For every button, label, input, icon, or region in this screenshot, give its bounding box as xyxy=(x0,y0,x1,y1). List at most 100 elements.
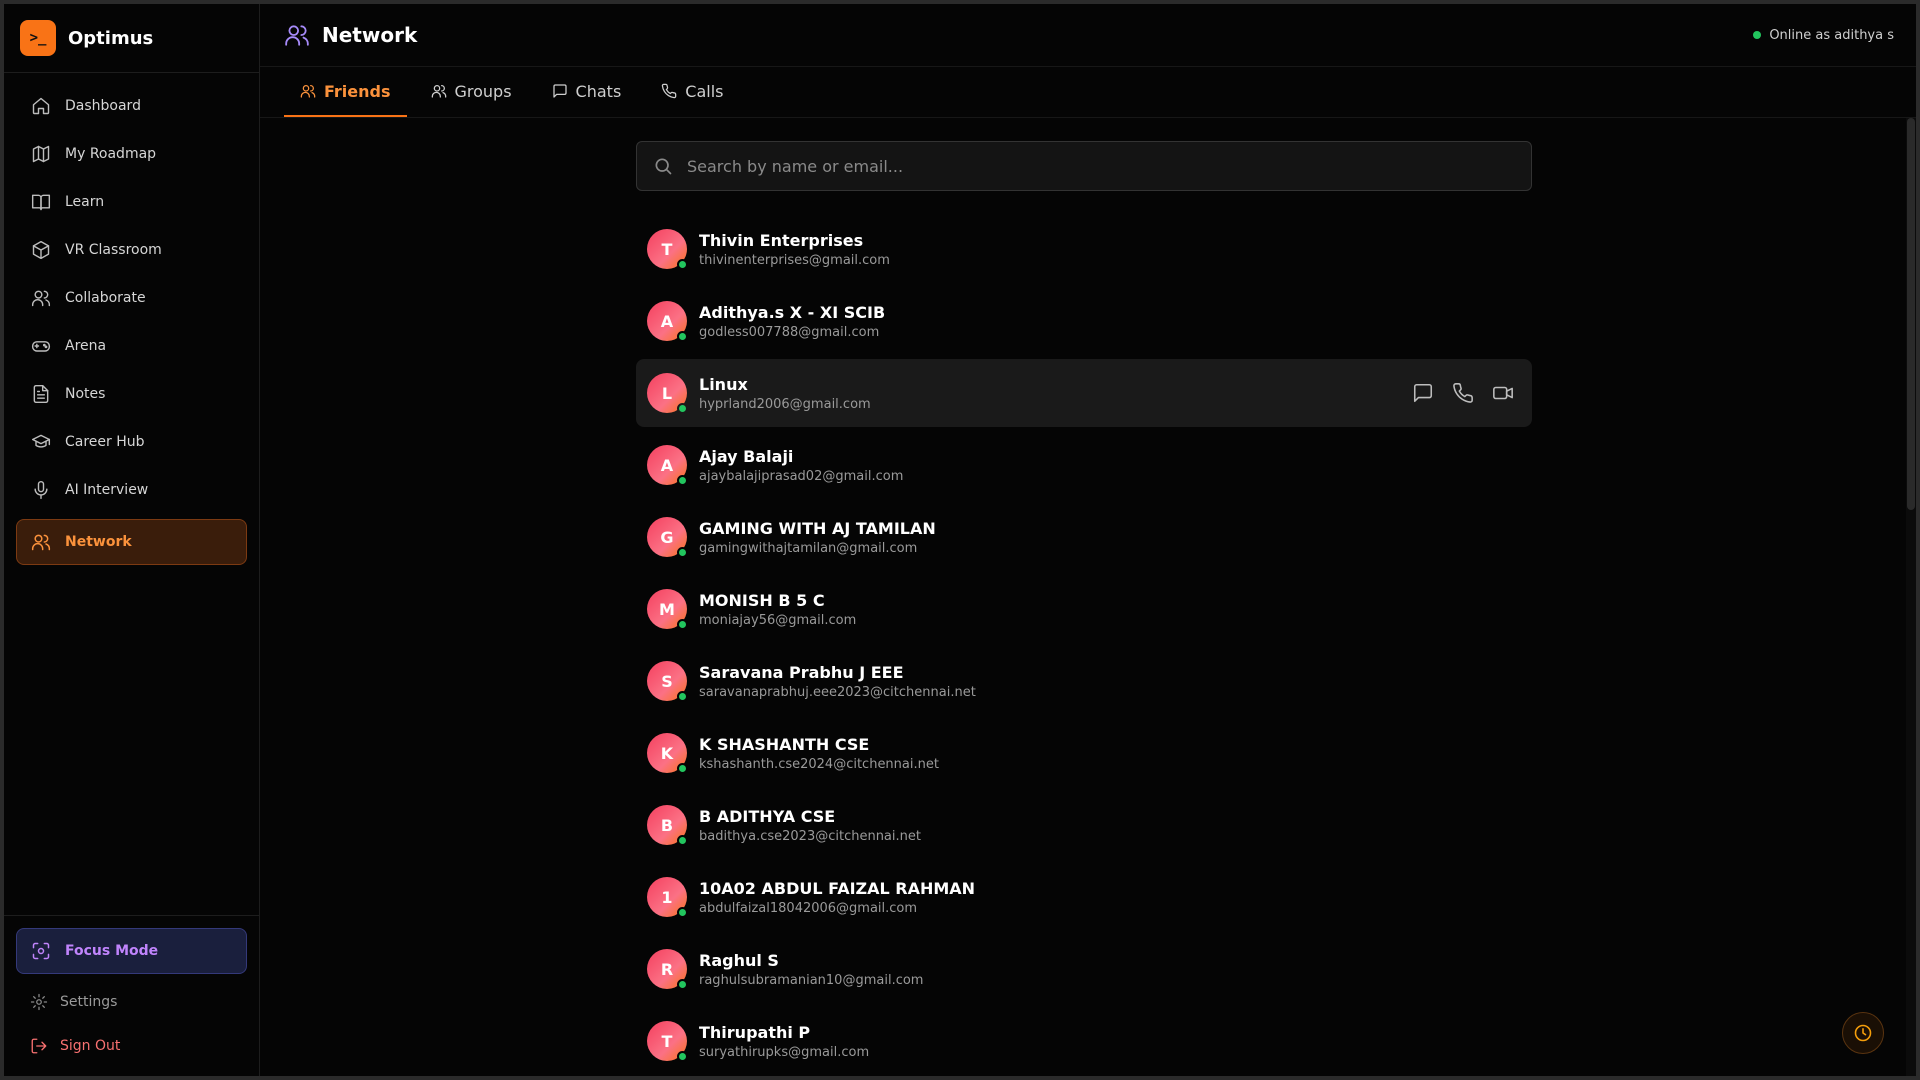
page-title: Network xyxy=(284,22,417,48)
search-box[interactable] xyxy=(636,141,1532,191)
phone-icon[interactable] xyxy=(1452,382,1474,404)
avatar-initial: T xyxy=(661,1031,673,1051)
friend-item-hovered[interactable]: L Linux hyprland2006@gmail.com xyxy=(636,359,1532,427)
online-indicator-icon xyxy=(677,619,688,630)
friend-item[interactable]: K K SHASHANTH CSE kshashanth.cse2024@cit… xyxy=(636,719,1532,787)
tab-label: Chats xyxy=(575,81,622,101)
friend-info: GAMING WITH AJ TAMILAN gamingwithajtamil… xyxy=(699,519,936,556)
sidebar-item-arena[interactable]: Arena xyxy=(16,323,247,369)
tab-chats[interactable]: Chats xyxy=(536,67,638,117)
friend-name: Thivin Enterprises xyxy=(699,230,864,250)
main-panel: Network Online as adithya s Friends Grou… xyxy=(260,4,1916,1076)
avatar: G xyxy=(647,517,688,558)
terminal-logo-icon: >_ xyxy=(20,20,56,56)
video-icon[interactable] xyxy=(1492,382,1514,404)
search-input[interactable] xyxy=(687,156,1531,176)
friend-item[interactable]: 1 10A02 ABDUL FAIZAL RAHMAN abdulfaizal1… xyxy=(636,863,1532,931)
friend-name: MONISH B 5 C xyxy=(699,590,825,610)
home-icon xyxy=(32,97,50,115)
friend-email: ajaybalajiprasad02@gmail.com xyxy=(699,468,904,484)
sidebar-item-label: Collaborate xyxy=(65,290,146,306)
online-indicator-icon xyxy=(677,331,688,342)
friend-item[interactable]: R Raghul S raghulsubramanian10@gmail.com xyxy=(636,935,1532,1003)
sidebar-item-vr-classroom[interactable]: VR Classroom xyxy=(16,227,247,273)
sidebar-item-dashboard[interactable]: Dashboard xyxy=(16,83,247,129)
avatar: T xyxy=(647,229,688,270)
friend-name: K SHASHANTH CSE xyxy=(699,734,870,754)
friend-item[interactable]: T Thivin Enterprises thivinenterprises@g… xyxy=(636,215,1532,283)
friend-item[interactable]: B B ADITHYA CSE badithya.cse2023@citchen… xyxy=(636,791,1532,859)
online-indicator-icon xyxy=(677,475,688,486)
avatar-initial: L xyxy=(661,383,673,403)
sidebar-item-network[interactable]: Network xyxy=(16,519,247,565)
book-icon xyxy=(31,194,51,211)
tab-friends[interactable]: Friends xyxy=(284,67,407,117)
friend-item[interactable]: M MONISH B 5 C moniajay56@gmail.com xyxy=(636,575,1532,643)
phone-icon xyxy=(662,83,677,99)
friend-info: Thivin Enterprises thivinenterprises@gma… xyxy=(699,231,890,268)
sidebar: >_ Optimus Dashboard My Roadmap Learn VR… xyxy=(4,4,260,1076)
scrollbar-thumb[interactable] xyxy=(1907,118,1915,510)
sidebar-item-my-roadmap[interactable]: My Roadmap xyxy=(16,131,247,177)
mic-icon xyxy=(34,480,48,500)
focus-mode-button[interactable]: Focus Mode xyxy=(16,928,247,974)
users-icon xyxy=(300,85,316,98)
avatar-initial: M xyxy=(659,599,675,619)
online-indicator-icon xyxy=(677,835,688,846)
friend-info: Saravana Prabhu J EEE saravanaprabhuj.ee… xyxy=(699,663,976,700)
tab-label: Groups xyxy=(454,81,512,101)
friend-item[interactable]: A Ajay Balaji ajaybalajiprasad02@gmail.c… xyxy=(636,431,1532,499)
gear-icon xyxy=(30,993,48,1011)
online-indicator-icon xyxy=(677,979,688,990)
online-indicator-icon xyxy=(677,691,688,702)
friends-container: T Thivin Enterprises thivinenterprises@g… xyxy=(636,118,1532,1075)
avatar-initial: R xyxy=(660,959,674,979)
friend-email: gamingwithajtamilan@gmail.com xyxy=(699,540,918,556)
avatar: M xyxy=(647,589,688,630)
log-out-icon xyxy=(31,1038,47,1054)
online-indicator-icon xyxy=(677,907,688,918)
sidebar-footer: Focus Mode Settings Sign Out xyxy=(4,915,259,1076)
friend-item[interactable]: A Adithya.s X - XI SCIB godless007788@gm… xyxy=(636,287,1532,355)
sidebar-item-ai-interview[interactable]: AI Interview xyxy=(16,467,247,513)
friend-name: Ajay Balaji xyxy=(699,446,794,466)
sidebar-item-career-hub[interactable]: Career Hub xyxy=(16,419,247,465)
clock-button[interactable] xyxy=(1842,1012,1884,1054)
friend-name: Linux xyxy=(699,374,748,394)
friend-info: Ajay Balaji ajaybalajiprasad02@gmail.com xyxy=(699,447,903,484)
friends-list: T Thivin Enterprises thivinenterprises@g… xyxy=(636,215,1532,1075)
avatar: R xyxy=(647,949,688,990)
friend-info: Raghul S raghulsubramanian10@gmail.com xyxy=(699,951,923,988)
settings-link[interactable]: Settings xyxy=(16,980,247,1024)
avatar: T xyxy=(647,1021,688,1062)
avatar: A xyxy=(647,445,688,486)
online-indicator-icon xyxy=(677,1051,688,1062)
friend-name: B ADITHYA CSE xyxy=(699,806,836,826)
sign-out-link[interactable]: Sign Out xyxy=(16,1024,247,1068)
sidebar-item-learn[interactable]: Learn xyxy=(16,179,247,225)
friend-info: Adithya.s X - XI SCIB godless007788@gmai… xyxy=(699,303,885,340)
friends-panel: T Thivin Enterprises thivinenterprises@g… xyxy=(260,118,1916,1076)
sidebar-item-label: Network xyxy=(65,534,132,550)
avatar-initial: A xyxy=(660,455,674,475)
tab-calls[interactable]: Calls xyxy=(645,67,739,117)
tab-groups[interactable]: Groups xyxy=(415,67,528,117)
sidebar-item-collaborate[interactable]: Collaborate xyxy=(16,275,247,321)
scrollbar[interactable] xyxy=(1906,118,1916,1076)
friend-email: abdulfaizal18042006@gmail.com xyxy=(699,900,918,916)
friend-info: K SHASHANTH CSE kshashanth.cse2024@citch… xyxy=(699,735,939,772)
focus-mode-label: Focus Mode xyxy=(65,943,159,959)
friend-info: 10A02 ABDUL FAIZAL RAHMAN abdulfaizal180… xyxy=(699,879,975,916)
avatar: 1 xyxy=(647,877,688,918)
sidebar-item-notes[interactable]: Notes xyxy=(16,371,247,417)
friend-name: GAMING WITH AJ TAMILAN xyxy=(699,518,936,538)
friend-item[interactable]: G GAMING WITH AJ TAMILAN gamingwithajtam… xyxy=(636,503,1532,571)
users-icon xyxy=(431,85,446,98)
avatar: B xyxy=(647,805,688,846)
message-icon[interactable] xyxy=(1412,382,1434,404)
friend-item[interactable]: S Saravana Prabhu J EEE saravanaprabhuj.… xyxy=(636,647,1532,715)
friend-item[interactable]: T Thirupathi P suryathirupks@gmail.com xyxy=(636,1007,1532,1075)
brand[interactable]: >_ Optimus xyxy=(4,4,259,73)
tab-bar: Friends Groups Chats Calls xyxy=(260,67,1916,118)
friend-info: Thirupathi P suryathirupks@gmail.com xyxy=(699,1023,869,1060)
